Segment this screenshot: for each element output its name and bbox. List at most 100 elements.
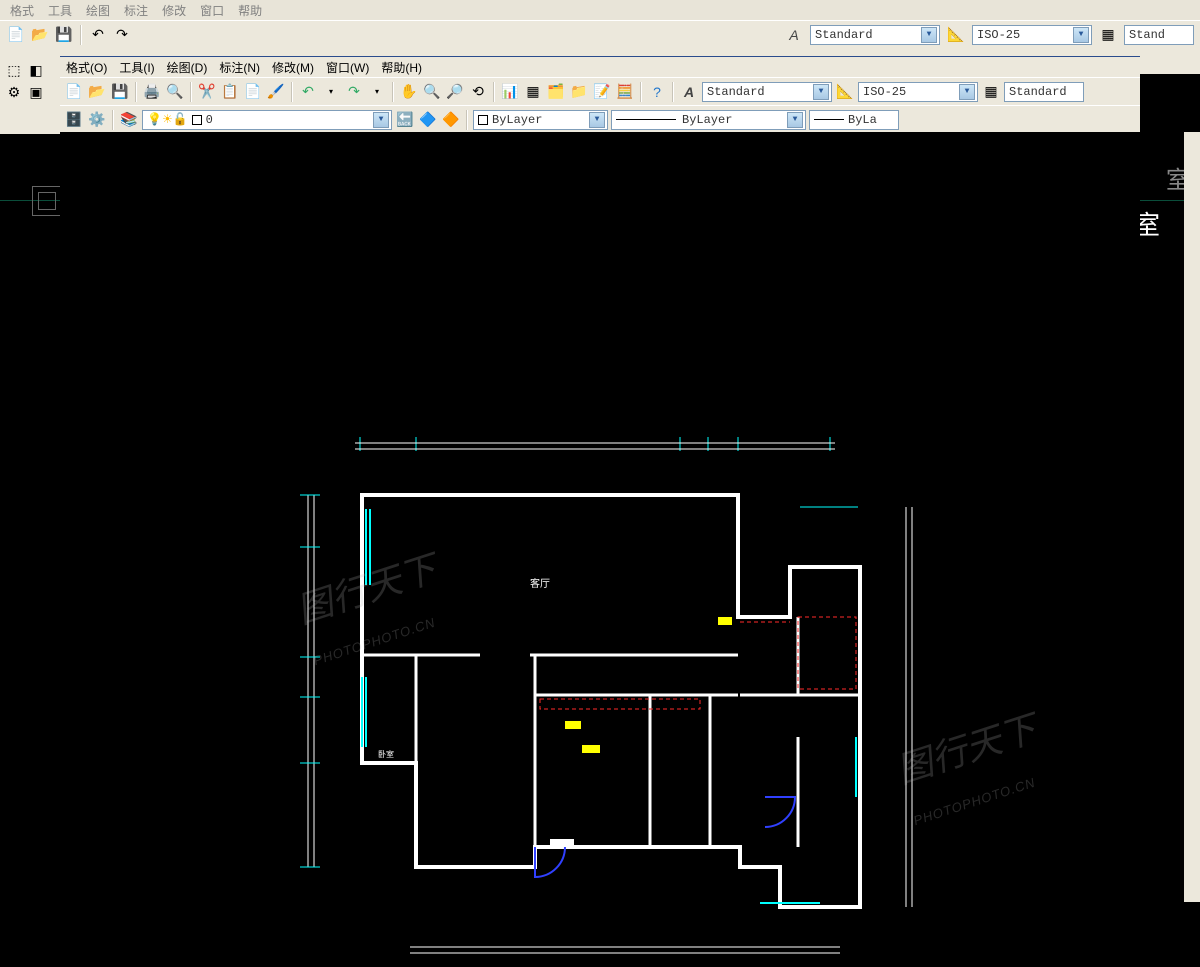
textstyle-value: Standard — [815, 28, 873, 42]
menu-item-dimension[interactable]: 标注(N) — [219, 59, 260, 76]
chevron-down-icon[interactable]: ▼ — [1073, 27, 1089, 43]
chevron-down-icon[interactable]: ▼ — [813, 84, 829, 100]
layerprops-icon[interactable]: 🗄️ — [64, 110, 84, 130]
tablestyle-icon[interactable]: ▦ — [981, 82, 1001, 102]
dimstyle-value: ISO-25 — [977, 28, 1020, 42]
textstyle-value: Standard — [707, 85, 765, 99]
textstyle-icon[interactable]: A — [679, 82, 699, 102]
zoom-realtime-icon[interactable]: 🔍 — [422, 82, 442, 102]
toolpalettes-icon[interactable]: 🗂️ — [546, 82, 566, 102]
tablestyle-combo[interactable]: Stand — [1124, 25, 1194, 45]
plot-icon[interactable]: 🖨️ — [142, 82, 162, 102]
lineweight-value: ByLayer — [682, 113, 732, 127]
textstyle-icon[interactable]: A — [784, 25, 804, 45]
layer-name: 0 — [206, 113, 213, 127]
ucs-origin-icon — [32, 186, 62, 216]
tool-icon[interactable]: ⚙ — [4, 82, 24, 102]
menu-item[interactable]: 修改 — [162, 2, 186, 19]
sheetset-icon[interactable]: 📁 — [569, 82, 589, 102]
paste-icon[interactable]: 📄 — [243, 82, 263, 102]
layerfilter-icon[interactable]: 📚 — [119, 110, 139, 130]
undo-icon[interactable]: ↶ — [298, 82, 318, 102]
menu-item[interactable]: 格式 — [10, 2, 34, 19]
svg-text:卧室: 卧室 — [378, 749, 394, 759]
layer-properties-toolbar: 🗄️ ⚙️ 📚 💡 ☀ 🔓 0 ▼ 🔙 🔷 🔶 ByLayer ▼ ByLaye… — [60, 105, 1140, 133]
redo-dropdown-icon[interactable]: ▾ — [367, 82, 387, 102]
copy-icon[interactable]: 📋 — [220, 82, 240, 102]
room-label: 客厅 — [530, 577, 550, 590]
tablestyle-icon[interactable]: ▦ — [1098, 25, 1118, 45]
layerprev-icon[interactable]: 🔙 — [395, 110, 415, 130]
tool-icon[interactable]: ⬚ — [4, 60, 24, 80]
menu-item-format[interactable]: 格式(O) — [66, 59, 107, 76]
tablestyle-value: Stand — [1129, 28, 1165, 42]
linetype-value: ByLa — [848, 113, 877, 127]
chevron-down-icon[interactable]: ▼ — [959, 84, 975, 100]
new-icon[interactable]: 📄 — [64, 82, 84, 102]
menu-item[interactable]: 帮助 — [238, 2, 262, 19]
quickcalc-icon[interactable]: 🧮 — [615, 82, 635, 102]
vertical-scrollbar[interactable] — [1184, 132, 1200, 902]
layermcur-icon[interactable]: 🔶 — [441, 110, 461, 130]
menu-item-draw[interactable]: 绘图(D) — [167, 59, 208, 76]
zoom-previous-icon[interactable]: ⟲ — [468, 82, 488, 102]
open-icon[interactable]: 📂 — [30, 25, 50, 45]
markup-icon[interactable]: 📝 — [592, 82, 612, 102]
chevron-down-icon[interactable]: ▼ — [787, 112, 803, 128]
textstyle-combo[interactable]: Standard ▼ — [810, 25, 940, 45]
tool-icon[interactable]: ▣ — [26, 82, 46, 102]
dimstyle-combo[interactable]: ISO-25 ▼ — [858, 82, 978, 102]
layer-lock-icon: 🔓 — [173, 112, 188, 127]
undo-icon[interactable]: ↶ — [88, 25, 108, 45]
menu-item[interactable]: 工具 — [48, 2, 72, 19]
lineweight-preview — [616, 119, 676, 120]
layerstate-icon[interactable]: ⚙️ — [87, 110, 107, 130]
linetype-preview — [814, 119, 844, 120]
textstyle-combo[interactable]: Standard ▼ — [702, 82, 832, 102]
layer-color-icon — [192, 115, 202, 125]
inner-menubar: 格式(O) 工具(I) 绘图(D) 标注(N) 修改(M) 窗口(W) 帮助(H… — [60, 57, 1140, 77]
dimstyle-icon[interactable]: 📐 — [946, 25, 966, 45]
dimstyle-value: ISO-25 — [863, 85, 906, 99]
dimstyle-icon[interactable]: 📐 — [835, 82, 855, 102]
designcenter-icon[interactable]: ▦ — [523, 82, 543, 102]
redo-icon[interactable]: ↷ — [112, 25, 132, 45]
zoom-window-icon[interactable]: 🔎 — [445, 82, 465, 102]
preview-icon[interactable]: 🔍 — [165, 82, 185, 102]
save-icon[interactable]: 💾 — [54, 25, 74, 45]
redo-icon[interactable]: ↷ — [344, 82, 364, 102]
tool-icon[interactable]: ◧ — [26, 60, 46, 80]
outer-menubar: 格式 工具 绘图 标注 修改 窗口 帮助 — [0, 0, 1200, 20]
menu-item-tools[interactable]: 工具(I) — [119, 59, 154, 76]
chevron-down-icon[interactable]: ▼ — [589, 112, 605, 128]
outer-toolbar: 📄 📂 💾 ↶ ↷ A Standard ▼ 📐 ISO-25 ▼ ▦ Stan… — [0, 20, 1200, 48]
matchprop-icon[interactable]: 🖌️ — [266, 82, 286, 102]
open-icon[interactable]: 📂 — [87, 82, 107, 102]
tablestyle-combo[interactable]: Standard — [1004, 82, 1084, 102]
menu-item[interactable]: 绘图 — [86, 2, 110, 19]
cut-icon[interactable]: ✂️ — [197, 82, 217, 102]
menu-item[interactable]: 标注 — [124, 2, 148, 19]
layer-on-icon: 💡 — [147, 112, 162, 127]
pan-icon[interactable]: ✋ — [399, 82, 419, 102]
layer-freeze-icon: ☀ — [162, 112, 173, 127]
menu-item[interactable]: 窗口 — [200, 2, 224, 19]
linetype-combo[interactable]: ByLa — [809, 110, 899, 130]
save-icon[interactable]: 💾 — [110, 82, 130, 102]
help-icon[interactable]: ? — [647, 82, 667, 102]
undo-dropdown-icon[interactable]: ▾ — [321, 82, 341, 102]
color-swatch — [478, 115, 488, 125]
menu-item-help[interactable]: 帮助(H) — [381, 59, 422, 76]
properties-icon[interactable]: 📊 — [500, 82, 520, 102]
new-icon[interactable]: 📄 — [6, 25, 26, 45]
layer-combo[interactable]: 💡 ☀ 🔓 0 ▼ — [142, 110, 392, 130]
menu-item-modify[interactable]: 修改(M) — [272, 59, 314, 76]
drawing-canvas[interactable]: 客厅 卧室 — [60, 132, 1140, 902]
chevron-down-icon[interactable]: ▼ — [921, 27, 937, 43]
layeriso-icon[interactable]: 🔷 — [418, 110, 438, 130]
chevron-down-icon[interactable]: ▼ — [373, 112, 389, 128]
dimstyle-combo[interactable]: ISO-25 ▼ — [972, 25, 1092, 45]
menu-item-window[interactable]: 窗口(W) — [326, 59, 369, 76]
lineweight-combo[interactable]: ByLayer ▼ — [611, 110, 806, 130]
color-combo[interactable]: ByLayer ▼ — [473, 110, 608, 130]
